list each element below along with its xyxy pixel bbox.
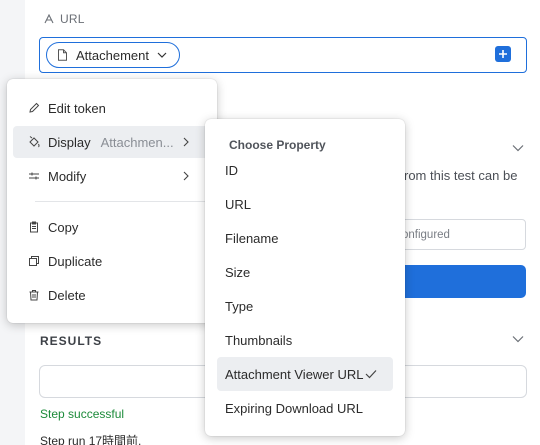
step-status: Step successful (40, 407, 125, 421)
option-label: Attachment Viewer URL (225, 366, 364, 382)
add-token-button[interactable] (495, 46, 511, 62)
config-input[interactable]: onfigured (395, 219, 526, 250)
pencil-icon (28, 102, 40, 114)
primary-action-button[interactable] (395, 265, 526, 298)
menu-item-label: Edit token (48, 100, 106, 116)
menu-item-edit-token[interactable]: Edit token (13, 92, 211, 124)
trash-icon (28, 289, 40, 301)
menu-item-delete[interactable]: Delete (13, 279, 211, 311)
plus-icon (499, 50, 507, 58)
property-option-url[interactable]: URL (217, 187, 393, 221)
attachment-token[interactable]: Attachement (46, 42, 180, 68)
results-collapse-chevron-icon[interactable] (512, 335, 524, 343)
token-label: Attachement (76, 47, 149, 63)
text-type-icon (44, 14, 54, 24)
menu-item-label: Copy (48, 219, 79, 235)
property-option-filename[interactable]: Filename (217, 221, 393, 255)
url-label-text: URL (60, 12, 85, 26)
menu-item-label: Modify (48, 168, 87, 184)
menu-item-label: Display (48, 134, 91, 150)
menu-item-modify[interactable]: Modify (13, 160, 211, 192)
property-option-size[interactable]: Size (217, 255, 393, 289)
property-option-id[interactable]: ID (217, 153, 393, 187)
menu-item-display[interactable]: Display Attachmen... (13, 126, 211, 158)
property-option-type[interactable]: Type (217, 289, 393, 323)
checkmark-icon (365, 370, 377, 379)
clipboard-icon (28, 221, 40, 233)
property-option-attachment-viewer-url[interactable]: Attachment Viewer URL (217, 357, 393, 391)
file-icon (58, 49, 67, 61)
paint-bucket-icon (28, 136, 40, 148)
menu-item-copy[interactable]: Copy (13, 211, 211, 243)
chevron-right-icon (183, 171, 189, 181)
sliders-icon (28, 170, 40, 182)
chevron-right-icon (183, 137, 189, 147)
duplicate-icon (28, 255, 40, 267)
token-context-menu: Edit token Display Attachmen... Modify C… (7, 79, 217, 323)
submenu-heading: Choose Property (229, 138, 326, 152)
property-option-thumbnails[interactable]: Thumbnails (217, 323, 393, 357)
menu-item-duplicate[interactable]: Duplicate (13, 245, 211, 277)
chevron-down-icon (157, 52, 167, 58)
menu-divider (35, 201, 205, 202)
results-heading: RESULTS (40, 334, 103, 348)
section-description: rom this test can be (404, 168, 518, 183)
url-field-label: URL (44, 12, 85, 26)
step-run-time: Step run 17時間前. (40, 434, 142, 445)
menu-item-label: Duplicate (48, 253, 103, 269)
url-input[interactable]: Attachement (39, 37, 527, 73)
section-collapse-chevron-icon[interactable] (512, 144, 524, 152)
menu-item-label: Delete (48, 287, 86, 303)
property-option-expiring-download-url[interactable]: Expiring Download URL (217, 391, 393, 425)
choose-property-submenu: Choose Property ID URL Filename Size Typ… (205, 119, 405, 436)
display-current-value: Attachmen... (100, 134, 174, 150)
